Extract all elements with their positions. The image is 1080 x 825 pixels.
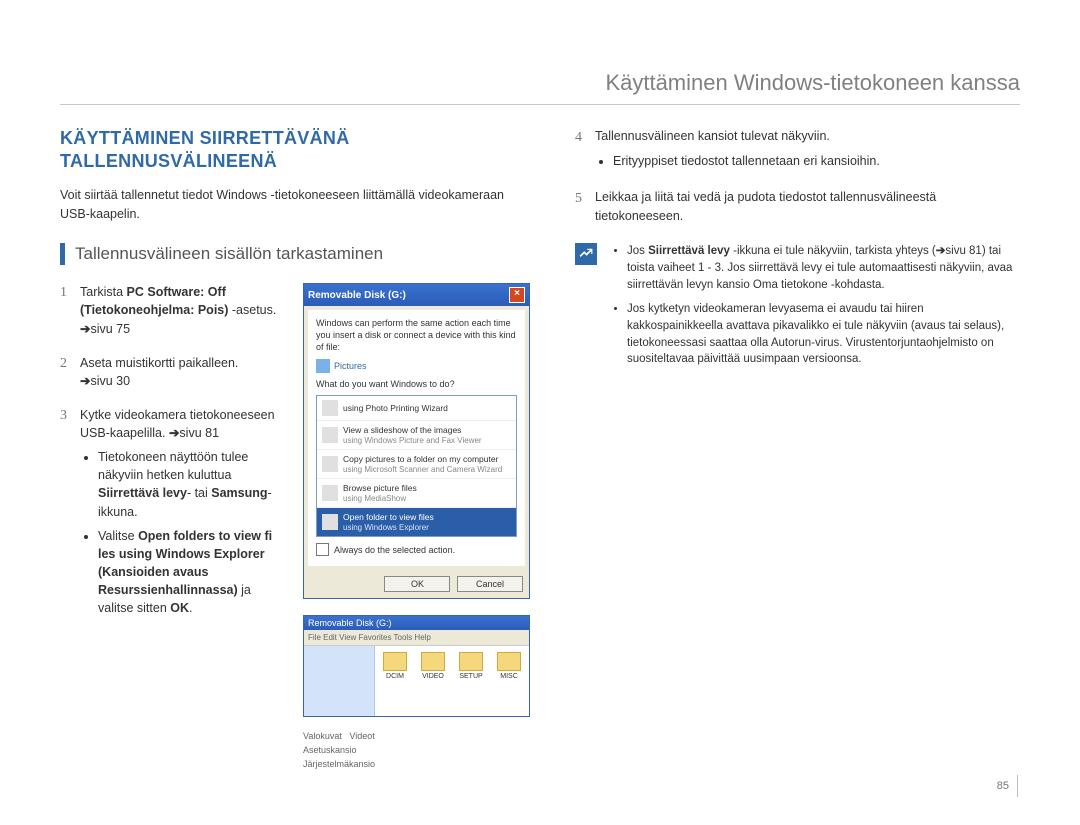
- step-3-sub-2: Valitse Open folders to view fi les usin…: [98, 527, 285, 618]
- step-3-sub-1: Tietokoneen näyttöön tulee näkyviin hetk…: [98, 448, 285, 521]
- explorer-sidebar: [304, 646, 375, 716]
- dialog-question: What do you want Windows to do?: [316, 379, 517, 389]
- callout-system: Järjestelmäkansio: [303, 759, 535, 769]
- step-3: Kytke videokamera tietokoneeseen USB-kaa…: [60, 406, 285, 617]
- dialog-prompt: Windows can perform the same action each…: [316, 318, 517, 353]
- folder-dcim[interactable]: DCIM: [381, 652, 409, 710]
- folder-icon: [459, 652, 483, 671]
- action-list[interactable]: using Photo Printing Wizard View a slide…: [316, 395, 517, 537]
- dialog-title: Removable Disk (G:): [308, 290, 406, 301]
- pictures-label: Pictures: [334, 361, 367, 371]
- subhead-text: Tallennusvälineen sisällön tarkastaminen: [75, 244, 383, 264]
- step-4-sub-1: Erityyppiset tiedostot tallennetaan eri …: [613, 152, 1020, 170]
- option-mediashow[interactable]: Browse picture filesusing MediaShow: [317, 479, 516, 508]
- folder-setup[interactable]: SETUP: [457, 652, 485, 710]
- arrow-icon: ➔: [80, 322, 90, 336]
- step-5: Leikkaa ja liitä tai vedä ja pudota tied…: [575, 188, 1020, 226]
- folder-video[interactable]: VIDEO: [419, 652, 447, 710]
- option-copy-pictures[interactable]: Copy pictures to a folder on my computer…: [317, 450, 516, 479]
- folder-icon: [421, 652, 445, 671]
- ok-button[interactable]: OK: [384, 576, 450, 592]
- note-icon: [575, 243, 597, 265]
- slideshow-icon: [322, 427, 338, 443]
- explorer-title: Removable Disk (G:): [304, 616, 529, 630]
- cancel-button[interactable]: Cancel: [457, 576, 523, 592]
- step-4: Tallennusvälineen kansiot tulevat näkyvi…: [575, 127, 1020, 170]
- note-2: Jos kytketyn videokameran levyasema ei a…: [627, 301, 1020, 368]
- close-icon[interactable]: ×: [509, 287, 525, 303]
- media-icon: [322, 485, 338, 501]
- pictures-icon: [316, 359, 330, 373]
- arrow-icon: ➔: [936, 245, 946, 257]
- step-2: Aseta muistikortti paikalleen. ➔sivu 30: [60, 354, 285, 390]
- explorer-toolbar: File Edit View Favorites Tools Help: [304, 630, 529, 646]
- folder-icon: [322, 514, 338, 530]
- callout-photos: Valokuvat Videot: [303, 731, 535, 741]
- step-1: Tarkista PC Software: Off (Tietokoneohje…: [60, 283, 285, 337]
- arrow-icon: ➔: [169, 426, 179, 440]
- subhead-bar-icon: [60, 243, 65, 265]
- callout-setup: Asetuskansio: [303, 745, 535, 755]
- option-open-folder[interactable]: Open folder to view filesusing Windows E…: [317, 508, 516, 536]
- option-print-wizard[interactable]: using Photo Printing Wizard: [317, 396, 516, 421]
- option-slideshow[interactable]: View a slideshow of the imagesusing Wind…: [317, 421, 516, 450]
- printer-icon: [322, 400, 338, 416]
- section-title: KÄYTTÄMINEN SIIRRETTÄVÄNÄ TALLENNUSVÄLIN…: [60, 127, 535, 174]
- folder-icon: [497, 652, 521, 671]
- intro-text: Voit siirtää tallennetut tiedot Windows …: [60, 186, 535, 224]
- sub-heading: Tallennusvälineen sisällön tarkastaminen: [60, 243, 535, 265]
- removable-disk-dialog: Removable Disk (G:) × Windows can perfor…: [303, 283, 530, 599]
- always-checkbox[interactable]: [316, 543, 329, 556]
- note-1: Jos Siirrettävä levy -ikkuna ei tule näk…: [627, 243, 1020, 293]
- arrow-icon: ➔: [80, 374, 90, 388]
- always-label: Always do the selected action.: [334, 545, 455, 555]
- folder-icon: [383, 652, 407, 671]
- scanner-icon: [322, 456, 338, 472]
- folder-misc[interactable]: MISC: [495, 652, 523, 710]
- explorer-window: Removable Disk (G:) File Edit View Favor…: [303, 615, 530, 717]
- page-number: 85: [997, 775, 1018, 797]
- page-header: Käyttäminen Windows-tietokoneen kanssa: [60, 70, 1020, 105]
